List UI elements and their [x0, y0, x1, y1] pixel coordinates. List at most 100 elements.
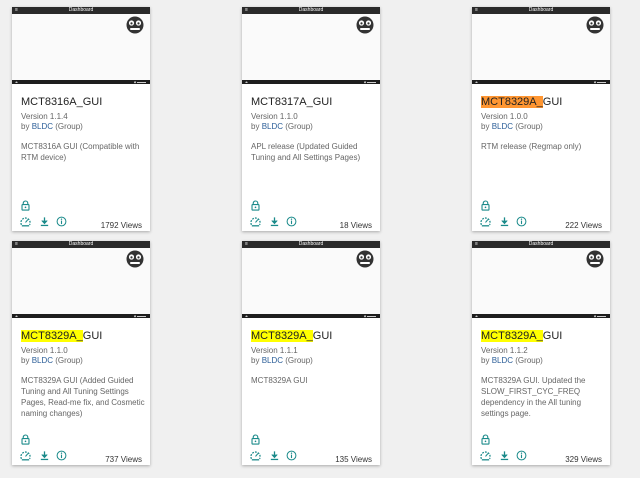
owner-link[interactable]: BLDC [492, 122, 513, 131]
card-title[interactable]: MCT8317A_GUI [251, 96, 332, 108]
owner-link[interactable]: BLDC [262, 356, 283, 365]
lock-icon [481, 200, 490, 211]
info-icon[interactable] [516, 450, 527, 461]
card-owner: by BLDC (Group) [481, 356, 543, 365]
thumbnail-footer: ◂▸ ◆ ▬▬▬ [242, 314, 380, 318]
gui-card[interactable]: ≡ Dashboard ◂▸ ◆ ▬▬▬ MCT8316A_GUI Versio… [12, 7, 150, 231]
info-icon[interactable] [286, 216, 297, 227]
thumbnail-title: Dashboard [68, 7, 94, 13]
owner-suffix: (Group) [515, 356, 543, 365]
thumbnail-title: Dashboard [528, 241, 554, 247]
owner-suffix: (Group) [285, 122, 313, 131]
gui-card[interactable]: ≡ Dashboard ◂▸ ◆ ▬▬▬ MCT8329A_GUI Versio… [242, 241, 380, 465]
card-description: MCT8329A GUI [251, 376, 308, 385]
title-text: GUI [542, 96, 563, 108]
footer-left-mark: ◂▸ [15, 80, 19, 84]
card-version: Version 1.1.0 [251, 112, 298, 121]
download-icon[interactable] [269, 216, 280, 227]
card-thumbnail[interactable]: ≡ Dashboard ◂▸ ◆ ▬▬▬ [242, 241, 380, 318]
owner-link[interactable]: BLDC [32, 122, 53, 131]
title-highlight: MCT8329A_ [481, 96, 543, 108]
card-title[interactable]: MCT8329A_GUI [251, 330, 332, 342]
lock-icon [21, 434, 30, 445]
mascot-icon [126, 16, 144, 34]
info-icon[interactable] [56, 450, 67, 461]
owner-prefix: by [481, 356, 490, 365]
gauge-launch-icon[interactable] [20, 450, 31, 461]
owner-prefix: by [481, 122, 490, 131]
card-version: Version 1.0.0 [481, 112, 528, 121]
card-version: Version 1.1.0 [21, 346, 68, 355]
mascot-icon [586, 250, 604, 268]
card-thumbnail[interactable]: ≡ Dashboard ◂▸ ◆ ▬▬▬ [242, 7, 380, 84]
download-icon[interactable] [39, 216, 50, 227]
card-title[interactable]: MCT8316A_GUI [21, 96, 102, 108]
download-icon[interactable] [499, 216, 510, 227]
menu-icon: ≡ [245, 241, 248, 247]
owner-link[interactable]: BLDC [262, 122, 283, 131]
thumbnail-footer: ◂▸ ◆ ▬▬▬ [242, 80, 380, 84]
menu-icon: ≡ [15, 7, 18, 13]
thumbnail-title: Dashboard [528, 7, 554, 13]
info-icon[interactable] [286, 450, 297, 461]
owner-link[interactable]: BLDC [492, 356, 513, 365]
card-description: MCT8329A GUI (Added Guided Tuning and Al… [21, 376, 145, 418]
menu-icon: ≡ [475, 7, 478, 13]
thumbnail-header: ≡ Dashboard [12, 7, 150, 14]
download-icon[interactable] [269, 450, 280, 461]
gui-card[interactable]: ≡ Dashboard ◂▸ ◆ ▬▬▬ MCT8329A_GUI Versio… [472, 241, 610, 465]
thumbnail-header: ≡ Dashboard [472, 7, 610, 14]
info-icon[interactable] [516, 216, 527, 227]
ti-logo: ◆ ▬▬▬ [133, 80, 146, 84]
title-highlight: MCT8329A_ [251, 330, 313, 342]
owner-suffix: (Group) [285, 356, 313, 365]
footer-left-mark: ◂▸ [245, 314, 249, 318]
gui-card[interactable]: ≡ Dashboard ◂▸ ◆ ▬▬▬ MCT8329A_GUI Versio… [12, 241, 150, 465]
gauge-launch-icon[interactable] [250, 216, 261, 227]
ti-logo: ◆ ▬▬▬ [363, 80, 376, 84]
lock-icon [251, 434, 260, 445]
info-icon[interactable] [56, 216, 67, 227]
gauge-launch-icon[interactable] [480, 216, 491, 227]
view-count: 737 Views [105, 455, 142, 464]
card-title[interactable]: MCT8329A_GUI [481, 330, 562, 342]
card-thumbnail[interactable]: ≡ Dashboard ◂▸ ◆ ▬▬▬ [472, 7, 610, 84]
owner-link[interactable]: BLDC [32, 356, 53, 365]
title-text: MCT8316A_GUI [21, 96, 103, 108]
download-icon[interactable] [499, 450, 510, 461]
gauge-launch-icon[interactable] [480, 450, 491, 461]
gauge-launch-icon[interactable] [20, 216, 31, 227]
card-description: APL release (Updated Guided Tuning and A… [251, 142, 361, 162]
gui-card[interactable]: ≡ Dashboard ◂▸ ◆ ▬▬▬ MCT8329A_GUI Versio… [472, 7, 610, 231]
card-thumbnail[interactable]: ≡ Dashboard ◂▸ ◆ ▬▬▬ [472, 241, 610, 318]
gui-card[interactable]: ≡ Dashboard ◂▸ ◆ ▬▬▬ MCT8317A_GUI Versio… [242, 7, 380, 231]
thumbnail-footer: ◂▸ ◆ ▬▬▬ [12, 314, 150, 318]
card-owner: by BLDC (Group) [21, 122, 83, 131]
mascot-icon [586, 16, 604, 34]
card-title[interactable]: MCT8329A_GUI [21, 330, 102, 342]
view-count: 222 Views [565, 221, 602, 230]
card-version: Version 1.1.4 [21, 112, 68, 121]
footer-left-mark: ◂▸ [475, 80, 479, 84]
gauge-launch-icon[interactable] [250, 450, 261, 461]
card-thumbnail[interactable]: ≡ Dashboard ◂▸ ◆ ▬▬▬ [12, 241, 150, 318]
owner-prefix: by [21, 356, 30, 365]
thumbnail-header: ≡ Dashboard [472, 241, 610, 248]
thumbnail-footer: ◂▸ ◆ ▬▬▬ [472, 314, 610, 318]
card-thumbnail[interactable]: ≡ Dashboard ◂▸ ◆ ▬▬▬ [12, 7, 150, 84]
thumbnail-header: ≡ Dashboard [242, 7, 380, 14]
card-owner: by BLDC (Group) [21, 356, 83, 365]
owner-suffix: (Group) [55, 356, 83, 365]
title-text: GUI [82, 330, 103, 342]
title-highlight: MCT8329A_ [481, 330, 543, 342]
menu-icon: ≡ [245, 7, 248, 13]
thumbnail-title: Dashboard [298, 241, 324, 247]
view-count: 135 Views [335, 455, 372, 464]
owner-prefix: by [251, 122, 260, 131]
view-count: 329 Views [565, 455, 602, 464]
download-icon[interactable] [39, 450, 50, 461]
card-description: MCT8316A GUI (Compatible with RTM device… [21, 142, 140, 162]
card-title[interactable]: MCT8329A_GUI [481, 96, 562, 108]
title-text: GUI [312, 330, 333, 342]
title-highlight: MCT8329A_ [21, 330, 83, 342]
